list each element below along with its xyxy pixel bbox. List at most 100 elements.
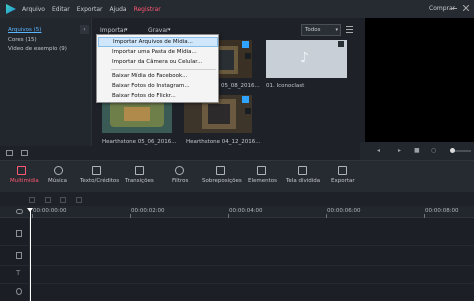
link-icon[interactable] bbox=[16, 209, 23, 214]
track-headers bbox=[0, 218, 30, 301]
category-elements[interactable]: Elementos bbox=[244, 161, 280, 193]
category-label: Filtros bbox=[172, 178, 189, 184]
video-track-icon bbox=[16, 230, 22, 237]
playhead[interactable] bbox=[30, 210, 31, 301]
volume-slider-handle[interactable] bbox=[450, 148, 455, 153]
menu-registrar[interactable]: Registrar bbox=[134, 6, 161, 13]
video-badge-icon bbox=[245, 108, 251, 114]
record-menu-button[interactable]: Gravar bbox=[148, 27, 169, 34]
folder-icon bbox=[17, 166, 26, 175]
category-label: Elementos bbox=[248, 178, 278, 184]
ruler-timecode: 00:00:06:00 bbox=[327, 208, 361, 214]
category-music[interactable]: Música bbox=[44, 161, 78, 193]
ruler-timecode: 00:00:04:00 bbox=[229, 208, 263, 214]
category-multimedia[interactable]: Multimídia bbox=[0, 161, 44, 193]
category-label: Sobreposições bbox=[202, 178, 242, 184]
filter-value: Todos bbox=[305, 27, 321, 33]
category-label: Exportar bbox=[331, 178, 355, 184]
menu-exportar[interactable]: Exportar bbox=[77, 6, 103, 13]
add-folder-icon[interactable] bbox=[6, 150, 13, 156]
media-footer bbox=[0, 146, 360, 160]
category-label: Música bbox=[48, 178, 68, 184]
category-label: Multimídia bbox=[10, 178, 39, 184]
media-item-label: 05_08_2016... bbox=[221, 83, 260, 89]
text-track-icon: T bbox=[16, 269, 21, 277]
category-text[interactable]: Texto/Créditos bbox=[78, 161, 120, 193]
volume-icon[interactable]: ○ bbox=[431, 147, 436, 154]
track-divider bbox=[0, 265, 474, 266]
category-toolbar: Multimídia Música Texto/Créditos Transiç… bbox=[0, 160, 474, 192]
list-view-icon[interactable] bbox=[346, 26, 353, 33]
text-icon bbox=[92, 166, 101, 175]
category-split-screen[interactable]: Tela dividida bbox=[282, 161, 324, 193]
ruler-timecode: 00:00:00:00 bbox=[33, 208, 67, 214]
category-export[interactable]: Exportar bbox=[328, 161, 358, 193]
category-label: Texto/Créditos bbox=[80, 178, 120, 184]
crop-icon[interactable] bbox=[76, 197, 82, 203]
menu-item-import-from-camera[interactable]: Importar da Câmera ou Celular... bbox=[98, 57, 218, 67]
video-badge-icon bbox=[245, 53, 251, 59]
minimize-icon[interactable] bbox=[451, 5, 457, 9]
selected-check-icon bbox=[242, 41, 249, 48]
track-divider bbox=[0, 245, 474, 246]
media-item-label: 01. Iconoclast bbox=[266, 83, 305, 89]
library-item-sample-video[interactable]: Vídeo de exemplo (9) bbox=[8, 46, 67, 52]
playhead-handle[interactable] bbox=[27, 208, 33, 212]
app-logo-icon bbox=[6, 4, 16, 14]
ruler-timecode: 00:00:02:00 bbox=[131, 208, 165, 214]
music-note-icon bbox=[54, 166, 63, 175]
menu-item-download-facebook[interactable]: Baixar Mídia do Facebook... bbox=[98, 71, 218, 81]
split-screen-icon bbox=[298, 166, 307, 175]
track-divider bbox=[0, 283, 474, 284]
chevron-down-icon: ▾ bbox=[125, 27, 128, 33]
audio-badge-icon bbox=[338, 41, 344, 47]
play-icon[interactable]: ▸ bbox=[398, 147, 401, 154]
category-label: Tela dividida bbox=[286, 178, 321, 184]
ruler-timecode: 00:00:08:00 bbox=[425, 208, 459, 214]
chevron-down-icon: ▾ bbox=[335, 27, 338, 33]
category-filters[interactable]: Filtros bbox=[164, 161, 196, 193]
library-item-colors[interactable]: Cores (15) bbox=[8, 37, 37, 43]
overlay-icon bbox=[216, 166, 225, 175]
filter-select[interactable]: Todos ▾ bbox=[301, 24, 341, 36]
media-thumbnail[interactable]: ♪ bbox=[266, 40, 347, 78]
category-overlays[interactable]: Sobreposições bbox=[198, 161, 244, 193]
menu-bar: Arquivo Editar Exportar Ajuda Registrar bbox=[0, 0, 474, 18]
media-item-label: Hearthstone 05_06_2016... bbox=[102, 139, 177, 145]
menu-item-import-media-folder[interactable]: Importar uma Pasta de Mídia... bbox=[98, 47, 218, 57]
menu-item-import-media-files[interactable]: Importar Arquivos de Mídia... bbox=[98, 37, 218, 47]
timeline-tracks[interactable] bbox=[30, 218, 474, 301]
delete-icon[interactable] bbox=[60, 197, 66, 203]
stop-icon[interactable]: ■ bbox=[414, 147, 420, 154]
transition-icon bbox=[135, 166, 144, 175]
music-note-icon: ♪ bbox=[300, 50, 309, 66]
filter-icon bbox=[175, 166, 184, 175]
redo-icon[interactable] bbox=[45, 197, 51, 203]
selected-check-icon bbox=[242, 96, 249, 103]
preview-player[interactable] bbox=[365, 18, 474, 142]
menu-separator bbox=[111, 69, 216, 70]
menu-ajuda[interactable]: Ajuda bbox=[110, 6, 127, 13]
video-editor-window: Arquivo Editar Exportar Ajuda Registrar … bbox=[0, 0, 474, 301]
import-menu-button[interactable]: Importar bbox=[100, 27, 126, 34]
undo-icon[interactable] bbox=[29, 197, 35, 203]
previous-frame-icon[interactable]: ◂ bbox=[377, 147, 380, 154]
menu-item-download-instagram[interactable]: Baixar Fotos do Instagram... bbox=[98, 81, 218, 91]
chevron-down-icon: ▾ bbox=[168, 27, 171, 33]
menu-item-download-flickr[interactable]: Baixar Fotos do Flickr... bbox=[98, 91, 218, 101]
delete-folder-icon[interactable] bbox=[21, 150, 28, 156]
image-icon bbox=[257, 166, 266, 175]
media-item-label: Hearthstone 04_12_2016... bbox=[186, 139, 261, 145]
import-dropdown-menu: Importar Arquivos de Mídia... Importar u… bbox=[96, 34, 219, 103]
menu-arquivo[interactable]: Arquivo bbox=[22, 6, 45, 13]
library-item-files[interactable]: Arquivos (5) bbox=[8, 27, 41, 33]
pip-track-icon bbox=[16, 252, 22, 259]
timeline-toolbar bbox=[0, 192, 474, 206]
category-transitions[interactable]: Transições bbox=[122, 161, 162, 193]
collapse-panel-button[interactable]: ‹ bbox=[80, 25, 89, 34]
close-icon[interactable] bbox=[462, 4, 470, 12]
category-label: Transições bbox=[125, 178, 154, 184]
music-track-icon bbox=[16, 288, 22, 295]
menu-editar[interactable]: Editar bbox=[52, 6, 70, 13]
export-icon bbox=[338, 166, 347, 175]
